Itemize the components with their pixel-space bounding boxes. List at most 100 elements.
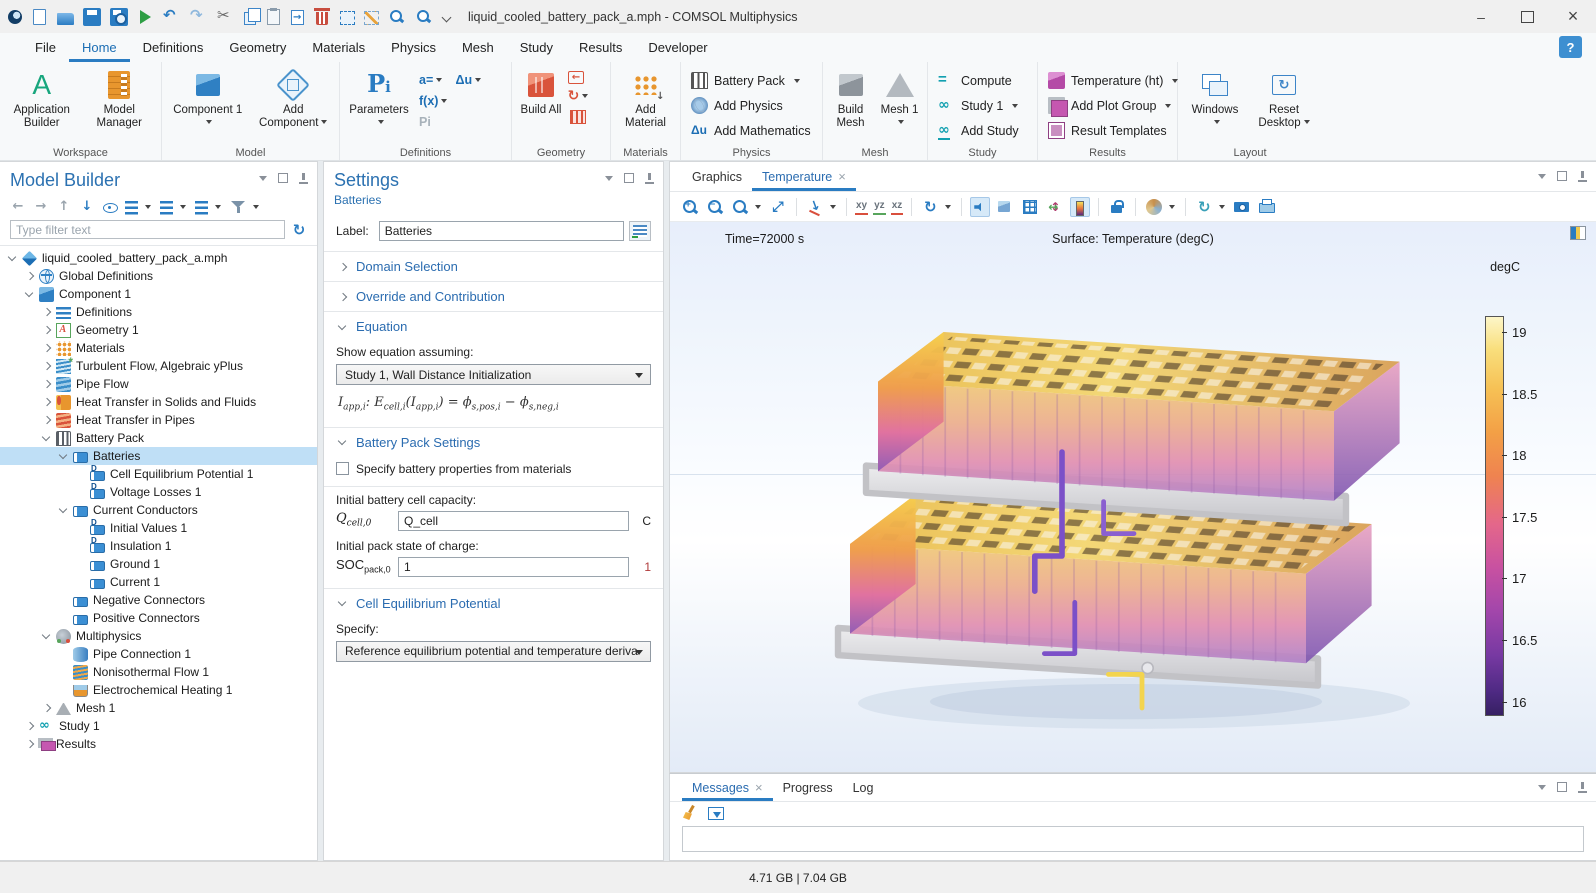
application-builder-button[interactable]: A Application Builder [4,66,80,144]
specify-select[interactable]: Reference equilibrium potential and temp… [336,641,651,662]
panel-float-icon[interactable] [277,172,289,184]
node-label-dropdown-icon[interactable] [215,199,223,215]
clear-messages-icon[interactable] [682,805,698,821]
zoom-out-icon[interactable] [705,197,725,217]
node-label-icon[interactable] [195,201,208,215]
orientation-indicator-icon[interactable] [1045,197,1065,217]
rename-icon[interactable] [629,221,651,241]
update-dropdown-icon[interactable] [1219,199,1227,215]
tree-item-nonisothermal-flow[interactable]: Nonisothermal Flow 1 [0,663,317,681]
tree-item-positive-connectors[interactable]: Positive Connectors [0,609,317,627]
rotate-dropdown-icon[interactable] [945,199,953,215]
tree-item-pipe-connection[interactable]: Pipe Connection 1 [0,645,317,663]
section-cell-equilibrium-potential[interactable]: Cell Equilibrium Potential [324,588,663,618]
menu-mesh[interactable]: Mesh [449,33,507,62]
build-all-button[interactable]: Build All [516,66,566,144]
clear-selection-icon[interactable] [364,11,379,25]
close-button[interactable] [1550,0,1596,33]
tree-item-negative-connectors[interactable]: Negative Connectors [0,591,317,609]
environment-reflections-icon[interactable] [1144,197,1164,217]
reset-desktop-button[interactable]: Reset Desktop [1252,66,1316,144]
save-icon[interactable] [83,8,101,26]
redo-icon[interactable] [190,8,208,26]
study-1-button[interactable]: Study 1 [932,94,1033,117]
duplicate-icon[interactable] [291,10,304,25]
tab-graphics[interactable]: Graphics [682,162,752,191]
chevron-icon[interactable] [57,449,72,463]
message-options-icon[interactable] [708,805,724,821]
menu-file[interactable]: File [22,33,69,62]
run-icon[interactable] [140,10,151,24]
tree-item-study-1[interactable]: Study 1 [0,717,317,735]
lock-view-icon[interactable] [1107,197,1127,217]
chevron-icon[interactable] [40,377,55,391]
scene-light-icon[interactable] [970,197,990,217]
model-manager-button[interactable]: Model Manager [82,66,158,144]
tree-item-initial-values[interactable]: Initial Values 1 [0,519,317,537]
q-cell-input[interactable] [398,511,629,531]
chevron-icon[interactable] [40,431,55,445]
tree-item-pipe-flow[interactable]: Pipe Flow [0,375,317,393]
save-as-icon[interactable] [110,8,128,26]
tab-messages[interactable]: Messages [682,774,773,801]
tab-progress[interactable]: Progress [773,774,843,801]
panel-pin-icon[interactable] [297,172,309,184]
windows-button[interactable]: Windows [1184,66,1246,144]
move-up-icon[interactable] [56,199,72,215]
chevron-icon[interactable] [40,701,55,715]
tree-item-mesh-1[interactable]: Mesh 1 [0,699,317,717]
xz-view-button[interactable]: xz [891,199,904,215]
close-tab-icon[interactable] [838,169,846,184]
select-box-icon[interactable] [340,11,355,25]
panel-float-icon[interactable] [1556,170,1568,182]
update-plot-icon[interactable] [1194,197,1214,217]
tree-item-battery-pack[interactable]: Battery Pack [0,429,317,447]
tree-item-multiphysics[interactable]: Multiphysics [0,627,317,645]
chevron-icon[interactable] [40,341,55,355]
new-file-icon[interactable] [33,9,46,25]
chevron-icon[interactable] [40,395,55,409]
tree-item-materials[interactable]: Materials [0,339,317,357]
copy-icon[interactable] [244,12,256,25]
menu-developer[interactable]: Developer [635,33,720,62]
tab-log[interactable]: Log [843,774,884,801]
maximize-button[interactable] [1504,0,1550,33]
import-geometry-icon[interactable] [568,71,584,84]
tree-item-geometry-1[interactable]: Geometry 1 [0,321,317,339]
add-plot-group-button[interactable]: Add Plot Group [1042,94,1173,117]
chevron-icon[interactable] [40,323,55,337]
section-domain-selection[interactable]: Domain Selection [324,251,663,281]
add-study-button[interactable]: Add Study [932,119,1033,142]
collapse-all-icon[interactable] [125,201,138,215]
open-file-icon[interactable] [57,13,74,25]
menu-study[interactable]: Study [507,33,566,62]
build-mesh-button[interactable]: Build Mesh [827,66,874,144]
panel-float-icon[interactable] [1556,781,1568,793]
tree-item-electrochemical-heating[interactable]: Electrochemical Heating 1 [0,681,317,699]
chevron-icon[interactable] [6,251,21,265]
parameters-button[interactable]: Pi Parameters [344,66,414,144]
variables-button[interactable]: a= [416,71,450,89]
transparency-icon[interactable] [995,197,1015,217]
messages-output[interactable] [682,826,1584,852]
menu-results[interactable]: Results [566,33,635,62]
help-button[interactable] [1559,36,1582,58]
add-material-button[interactable]: Add Material [615,66,676,144]
yz-view-button[interactable]: yz [873,199,886,215]
tree-item-turbulent-flow[interactable]: Turbulent Flow, Algebraic yPlus [0,357,317,375]
soc-input[interactable] [398,557,629,577]
parameter-case-button[interactable]: Pi [416,113,450,131]
color-legend-icon[interactable] [1070,197,1090,217]
menu-geometry[interactable]: Geometry [216,33,299,62]
rebuild-geometry-icon[interactable] [568,87,588,105]
result-templates-button[interactable]: Result Templates [1042,119,1173,142]
chevron-icon[interactable] [57,503,72,517]
chevron-icon[interactable] [40,413,55,427]
tree-filter-input[interactable] [10,220,285,239]
refresh-icon[interactable] [291,222,307,238]
panel-pin-icon[interactable] [643,172,655,184]
functions-button[interactable]: f(x) [416,92,450,110]
panel-pin-icon[interactable] [1576,781,1588,793]
tree-item-insulation[interactable]: Insulation 1 [0,537,317,555]
paste-icon[interactable] [267,9,280,25]
